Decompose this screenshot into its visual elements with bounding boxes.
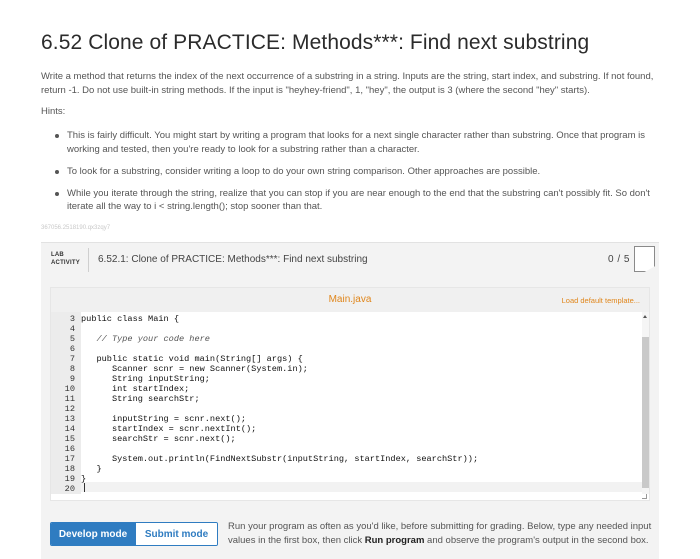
hints-label: Hints:: [41, 106, 66, 117]
code-text: System.out.println(FindNextSubstr(inputS…: [81, 454, 479, 464]
line-number: 18: [64, 464, 75, 474]
run-instructions: Run your program as often as you'd like,…: [228, 520, 658, 548]
load-default-template-link[interactable]: Load default template...: [562, 296, 640, 305]
code-text: public class Main {: [81, 314, 179, 324]
hint-item: While you iterate through the string, re…: [54, 187, 660, 214]
line-number: 11: [64, 394, 75, 404]
line-number: 7: [69, 354, 75, 364]
hints-list: This is fairly difficult. You might star…: [54, 129, 660, 223]
run-text-after: and observe the program's output in the …: [424, 535, 649, 546]
code-editor: Main.java Load default template... 3 publ…: [50, 287, 650, 501]
file-name: Main.java: [328, 294, 372, 305]
line-number: 14: [64, 424, 75, 434]
line-number: 20: [64, 484, 75, 494]
score-badge-icon: [634, 246, 655, 272]
mode-toggle: Develop mode Submit mode: [50, 522, 218, 546]
code-text: String inputString;: [81, 374, 210, 384]
lab-activity-badge: LAB ACTIVITY: [51, 251, 80, 267]
code-line: 19}: [51, 474, 641, 484]
line-number: 5: [69, 334, 75, 344]
activity-id: 367056.2518190.qx3zqy7: [41, 225, 111, 231]
line-number: 3: [69, 314, 75, 324]
hint-item: This is fairly difficult. You might star…: [54, 129, 660, 156]
code-line: 18 }: [51, 464, 641, 474]
line-number: 4: [69, 324, 75, 334]
code-line: 5 // Type your code here: [51, 334, 641, 344]
code-text: public static void main(String[] args) {: [81, 354, 303, 364]
code-line: 10 int startIndex;: [51, 384, 641, 394]
code-text: }: [81, 464, 102, 474]
run-program-emphasis: Run program: [364, 535, 425, 546]
lab-activity-panel: LAB ACTIVITY 6.52.1: Clone of PRACTICE: …: [41, 242, 659, 559]
score-counter: 0 / 5: [608, 254, 630, 265]
hint-item: To look for a substring, consider writin…: [54, 165, 660, 179]
lab-header: LAB ACTIVITY 6.52.1: Clone of PRACTICE: …: [41, 243, 659, 277]
problem-description: Write a method that returns the index of…: [41, 71, 654, 96]
header-divider: [88, 248, 89, 272]
code-line: 3 public class Main {: [51, 314, 641, 324]
code-line: 14 startIndex = scnr.nextInt();: [51, 424, 641, 434]
develop-mode-button[interactable]: Develop mode: [51, 523, 135, 545]
line-number: 8: [69, 364, 75, 374]
code-line: 13 inputString = scnr.next();: [51, 414, 641, 424]
code-text: searchStr = scnr.next();: [81, 434, 236, 444]
scroll-up-arrow-icon[interactable]: [643, 315, 647, 318]
code-line: 11 String searchStr;: [51, 394, 641, 404]
editor-scrollbar[interactable]: [642, 312, 649, 494]
line-number: 12: [64, 404, 75, 414]
editor-toolbar: Main.java Load default template...: [51, 288, 649, 312]
code-line: 12: [51, 404, 641, 414]
code-text: String searchStr;: [81, 394, 200, 404]
code-text: inputString = scnr.next();: [81, 414, 247, 424]
code-text: startIndex = scnr.nextInt();: [81, 424, 257, 434]
code-line: 17 System.out.println(FindNextSubstr(inp…: [51, 454, 641, 464]
code-line: 4: [51, 324, 641, 334]
code-line: 9 String inputString;: [51, 374, 641, 384]
code-text-area[interactable]: 3 public class Main { 4 5 // Type your code…: [51, 312, 649, 500]
line-number: 17: [64, 454, 75, 464]
code-line: 6: [51, 344, 641, 354]
code-line: 20: [51, 484, 641, 494]
submit-mode-button[interactable]: Submit mode: [135, 523, 217, 545]
code-text: // Type your code here: [81, 334, 210, 344]
code-line: 8 Scanner scnr = new Scanner(System.in);: [51, 364, 641, 374]
text-cursor: [84, 483, 85, 492]
resize-grip-icon[interactable]: [642, 494, 647, 499]
code-line: 7 public static void main(String[] args)…: [51, 354, 641, 364]
line-number: 6: [69, 344, 75, 354]
code-line: 15 searchStr = scnr.next();: [51, 434, 641, 444]
line-number: 13: [64, 414, 75, 424]
line-number: 9: [69, 374, 75, 384]
lab-name: 6.52.1: Clone of PRACTICE: Methods***: F…: [98, 254, 368, 265]
page: 6.52 Clone of PRACTICE: Methods***: Find…: [0, 0, 700, 559]
code-text: Scanner scnr = new Scanner(System.in);: [81, 364, 308, 374]
badge-line-lab: LAB: [51, 252, 64, 258]
line-number: 10: [64, 384, 75, 394]
line-number: 16: [64, 444, 75, 454]
badge-line-activity: ACTIVITY: [51, 260, 80, 266]
line-number: 19: [64, 474, 75, 484]
page-title: 6.52 Clone of PRACTICE: Methods***: Find…: [41, 31, 590, 54]
code-line: 16: [51, 444, 641, 454]
line-number: 15: [64, 434, 75, 444]
code-text: int startIndex;: [81, 384, 190, 394]
scrollbar-thumb[interactable]: [642, 337, 649, 488]
